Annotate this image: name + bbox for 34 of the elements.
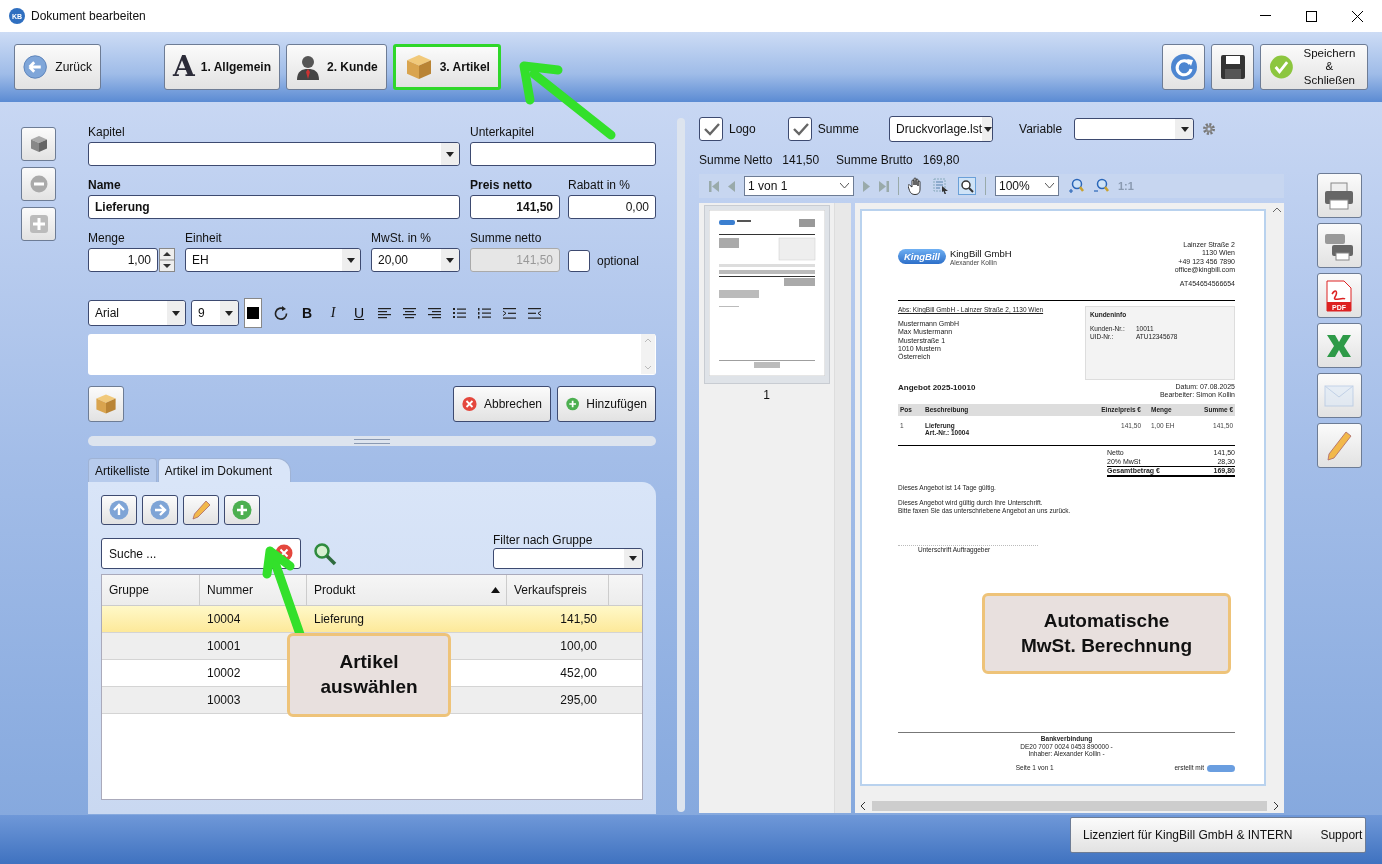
table-cell-text: 10002 [206, 665, 242, 682]
field-label: Rabatt in % [568, 178, 632, 193]
field-label: Menge [88, 231, 126, 246]
table-cell-text: 10001 [206, 638, 242, 655]
company-name: KingBill GmbH [949, 248, 1012, 260]
total-value: 141,50 [782, 153, 820, 167]
field-label: Summe netto [470, 231, 543, 246]
field-label: Kapitel [88, 125, 126, 140]
field-label: Preis netto [470, 178, 533, 193]
table-cell-text: 100,00 [559, 638, 598, 655]
field-label: Einheit [185, 231, 223, 246]
table-cell-text: 10003 [206, 692, 242, 709]
window-title: Dokument bearbeiten [31, 9, 146, 23]
document-title: Angebot 2025-10010 [898, 382, 976, 394]
annotation-tooltip: Automatische MwSt. Berechnung [982, 593, 1231, 674]
checkbox-label: optional [597, 254, 640, 268]
field-label: Unterkapitel [470, 125, 536, 140]
table-cell: Lieferung [314, 612, 365, 626]
annotation-tooltip: Artikel auswählen [287, 633, 451, 717]
table-cell-text: 141,50 [559, 611, 598, 628]
checkbox-label: Summe [817, 122, 860, 136]
table-cell-text: 295,00 [559, 692, 598, 709]
page-number: 1 [763, 388, 770, 402]
total-value: 169,80 [922, 153, 960, 167]
company-logo: KingBill [898, 249, 946, 265]
total-label: Summe Brutto [836, 153, 913, 167]
variable-label: Variable [1019, 122, 1063, 136]
total-label: Summe Netto [699, 153, 773, 167]
table-cell-text: 452,00 [559, 665, 598, 682]
field-label: Name [88, 178, 122, 193]
checkbox-label: Logo [729, 122, 756, 136]
table-cell-text: 10004 [206, 611, 242, 628]
filter-label: Filter nach Gruppe [493, 533, 594, 547]
field-label: MwSt. in % [371, 231, 432, 246]
